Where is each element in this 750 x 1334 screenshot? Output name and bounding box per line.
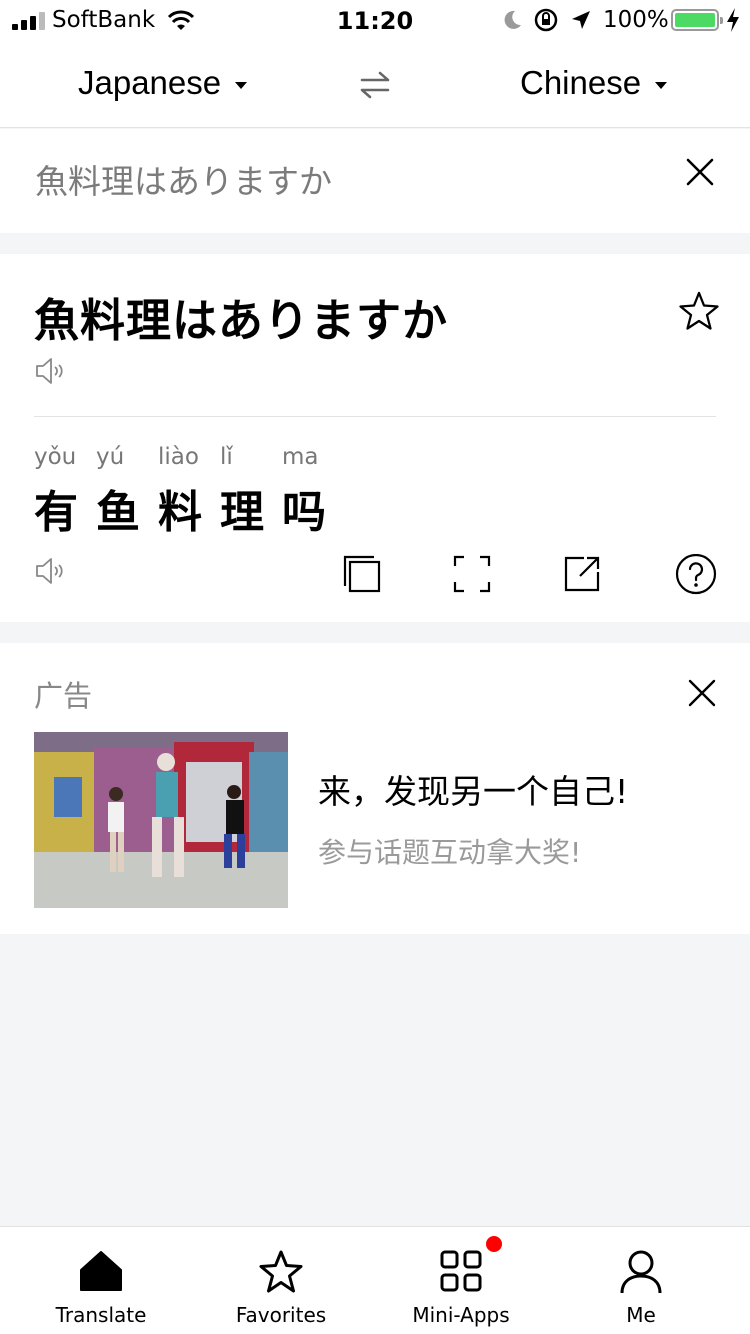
- copy-icon[interactable]: [342, 554, 382, 594]
- pinyin-token: yú: [96, 444, 125, 470]
- battery-icon: [671, 9, 723, 31]
- pinyin-token: lǐ: [220, 444, 233, 470]
- home-icon: [80, 1251, 122, 1291]
- tab-favorites[interactable]: Favorites: [191, 1227, 371, 1334]
- dropdown-caret-icon: [655, 81, 668, 89]
- rotation-lock-icon: [534, 8, 558, 32]
- ad-label: 广告: [34, 679, 93, 713]
- star-icon: [259, 1250, 303, 1293]
- language-bar: Japanese Chinese: [0, 40, 750, 128]
- input-area[interactable]: 魚料理はありますか: [0, 129, 750, 233]
- ad-card[interactable]: 广告 来，发现另一个自己! 参与话题互动拿大奖!: [0, 643, 750, 934]
- pinyin-token: liào: [158, 444, 199, 470]
- play-source-audio-icon[interactable]: [34, 356, 66, 386]
- source-language-selector[interactable]: Japanese: [78, 64, 248, 102]
- translated-char: 料: [158, 487, 202, 538]
- translated-char: 有: [34, 487, 78, 538]
- divider: [34, 416, 716, 417]
- tab-label: Translate: [55, 1303, 147, 1327]
- close-ad-icon[interactable]: [686, 677, 718, 709]
- source-language-label: Japanese: [78, 64, 222, 101]
- fullscreen-icon[interactable]: [452, 554, 492, 594]
- favorite-star-icon[interactable]: [678, 290, 720, 332]
- person-icon: [620, 1250, 662, 1294]
- grid-icon: [440, 1250, 482, 1292]
- target-language-label: Chinese: [520, 64, 642, 101]
- translated-char: 吗: [282, 487, 326, 538]
- bottom-tab-bar: Translate Favorites Mini-Apps Me: [0, 1226, 750, 1334]
- ad-title[interactable]: 来，发现另一个自己!: [318, 765, 628, 813]
- pinyin-token: ma: [282, 444, 319, 470]
- clear-input-icon[interactable]: [680, 152, 720, 192]
- tab-mini-apps[interactable]: Mini-Apps: [371, 1227, 551, 1334]
- app-screen: SoftBank 11:20 100% Japanese Chinese 魚料理…: [0, 0, 750, 1334]
- battery-percent: 100%: [603, 7, 669, 33]
- ad-image[interactable]: [34, 732, 288, 908]
- swap-languages-icon[interactable]: [358, 70, 392, 100]
- translated-char: 理: [220, 487, 264, 538]
- charging-bolt-icon: [727, 8, 739, 32]
- tab-translate[interactable]: Translate: [11, 1227, 191, 1334]
- share-icon[interactable]: [562, 554, 602, 594]
- input-text[interactable]: 魚料理はありますか: [35, 155, 332, 203]
- source-sentence: 魚料理はありますか: [34, 294, 449, 347]
- status-bar: SoftBank 11:20 100%: [0, 0, 750, 40]
- notification-badge: [486, 1236, 502, 1252]
- pinyin-token: yǒu: [34, 444, 77, 470]
- tab-label: Favorites: [235, 1303, 327, 1327]
- ad-subtitle: 参与话题互动拿大奖!: [318, 836, 582, 869]
- translated-char: 鱼: [96, 487, 140, 538]
- help-icon[interactable]: [674, 554, 718, 598]
- tab-label: Mini-Apps: [412, 1303, 510, 1327]
- translation-result-card: 魚料理はありますか yǒu yú liào lǐ ma 有 鱼 料 理 吗: [0, 254, 750, 622]
- tab-me[interactable]: Me: [551, 1227, 731, 1334]
- dropdown-caret-icon: [235, 81, 248, 89]
- do-not-disturb-icon: [504, 10, 521, 29]
- tab-label: Me: [626, 1303, 656, 1327]
- battery-level: [675, 13, 715, 27]
- location-arrow-icon: [572, 11, 590, 29]
- target-language-selector[interactable]: Chinese: [520, 64, 668, 102]
- play-translation-audio-icon[interactable]: [34, 556, 66, 586]
